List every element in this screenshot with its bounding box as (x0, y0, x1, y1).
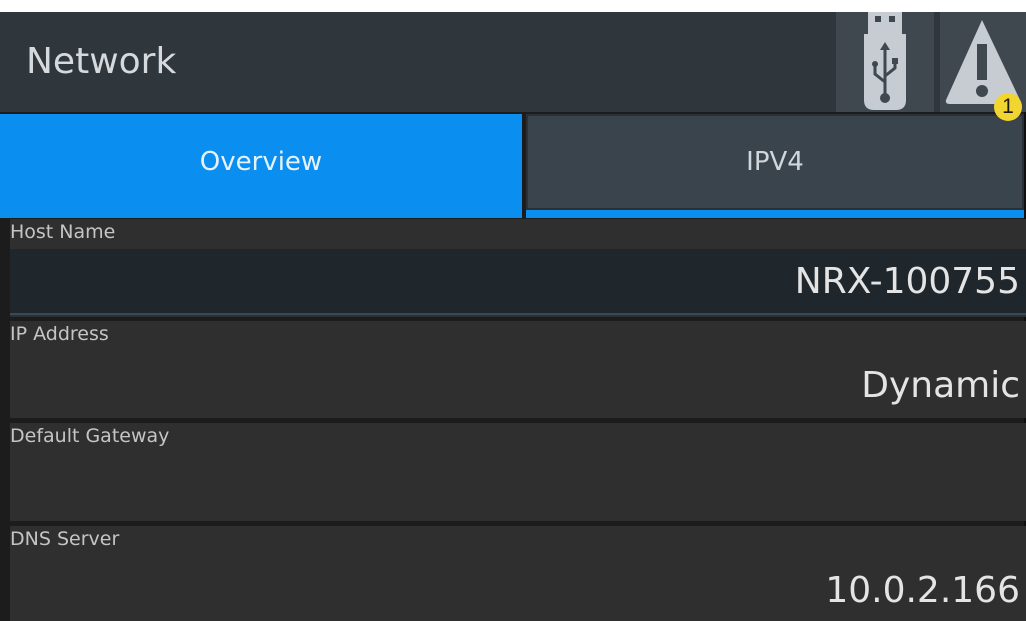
ip-address-label: IP Address (10, 323, 109, 345)
host-name-field: Host Name NRX-100755 (10, 219, 1026, 317)
tab-bar: Overview IPV4 (0, 114, 1024, 218)
dns-server-value: 10.0.2.166 (825, 570, 1020, 611)
ip-address-value: Dynamic (861, 365, 1020, 406)
host-name-value: NRX-100755 (794, 261, 1020, 302)
dns-server-label: DNS Server (10, 528, 120, 550)
dns-server-field[interactable]: DNS Server 10.0.2.166 (10, 526, 1026, 621)
usb-button[interactable] (836, 12, 934, 112)
usb-icon (864, 12, 906, 110)
host-name-input[interactable]: NRX-100755 (10, 249, 1026, 315)
host-name-label: Host Name (10, 221, 116, 243)
tab-overview[interactable]: Overview (0, 114, 522, 218)
ip-address-field[interactable]: IP Address Dynamic (10, 321, 1026, 418)
warning-count-badge: 1 (994, 93, 1022, 121)
page-title: Network (26, 41, 177, 82)
tab-underline (526, 210, 1024, 218)
network-screen: Network Overview IPV4 Host Name NRX-1007… (0, 12, 1026, 621)
default-gateway-field[interactable]: Default Gateway (10, 423, 1026, 521)
header-bar: Network (0, 12, 1026, 112)
default-gateway-label: Default Gateway (10, 425, 170, 447)
tab-ipv4[interactable]: IPV4 (526, 114, 1024, 210)
